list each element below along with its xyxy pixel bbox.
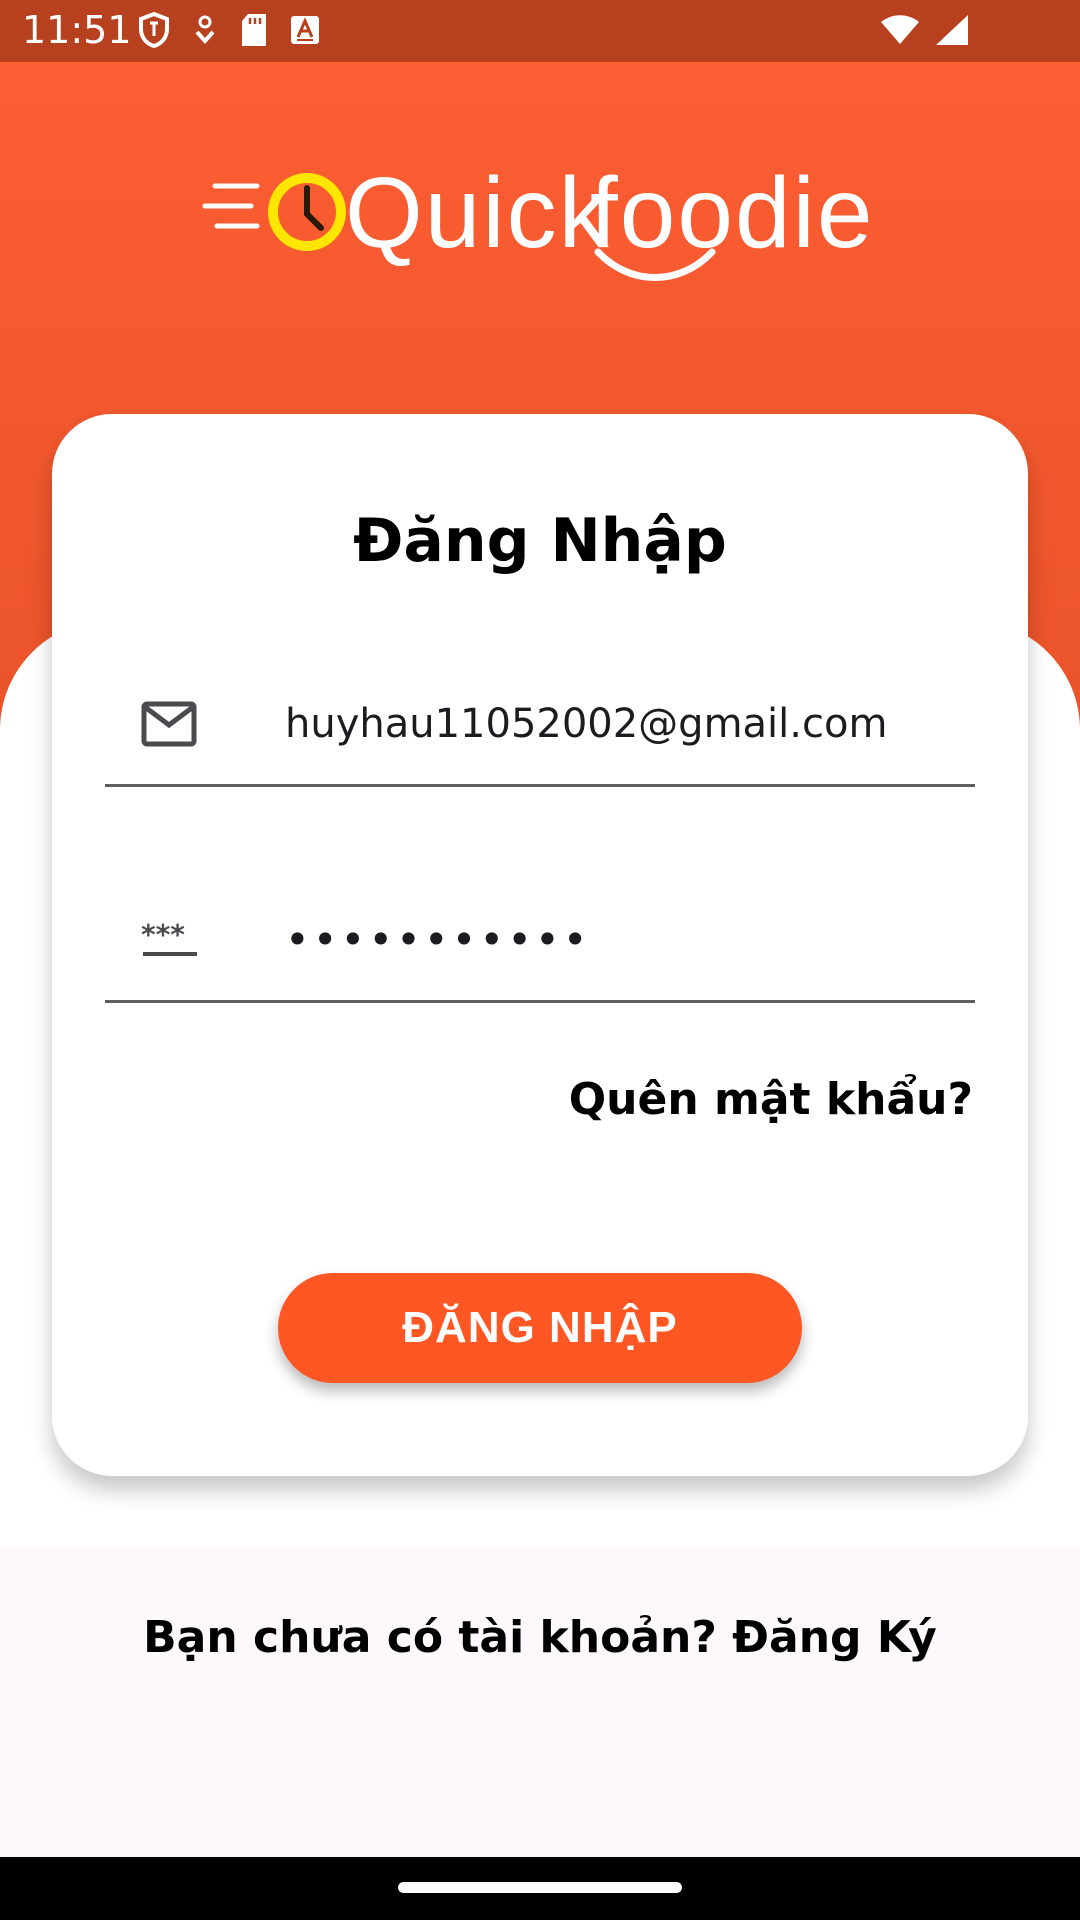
forgot-password-link[interactable]: Quên mật khẩu? (569, 1074, 973, 1125)
logo-wordmark: Quick (345, 148, 611, 278)
wifi-icon (881, 15, 919, 44)
speed-lines-icon (202, 183, 260, 229)
status-icons-right (880, 14, 970, 46)
status-bar: 11:51 (0, 0, 1080, 62)
svg-text:***: *** (141, 920, 185, 951)
home-gesture-handle[interactable] (398, 1882, 682, 1893)
clock-icon (268, 173, 346, 251)
login-card: Đăng Nhập huyhau11052002@gmail.com *** •… (52, 414, 1028, 1476)
a11y-font-icon (291, 16, 319, 44)
password-field[interactable]: *** ••••••••••• (105, 880, 975, 1003)
sd-card-icon (242, 14, 266, 46)
download-icon (195, 15, 215, 45)
smile-icon (594, 248, 716, 281)
status-icons-left (138, 12, 320, 48)
login-button[interactable]: ĐĂNG NHẬP (278, 1273, 802, 1383)
page-title: Đăng Nhập (353, 506, 727, 576)
footer-background (0, 1545, 1080, 1857)
email-field[interactable]: huyhau11052002@gmail.com (105, 664, 975, 787)
signal-icon (936, 15, 968, 45)
logo-text-quick: Quick (345, 157, 611, 269)
password-input[interactable]: ••••••••••• (285, 880, 591, 1000)
mail-icon (141, 701, 197, 747)
brand-logo: Quick foodie (195, 148, 885, 281)
password-icon: *** (141, 920, 197, 956)
email-input[interactable]: huyhau11052002@gmail.com (285, 664, 887, 784)
shield-icon (139, 12, 169, 48)
status-time: 11:51 (22, 8, 132, 52)
signup-link[interactable]: Bạn chưa có tài khoản? Đăng Ký (0, 1612, 1080, 1663)
